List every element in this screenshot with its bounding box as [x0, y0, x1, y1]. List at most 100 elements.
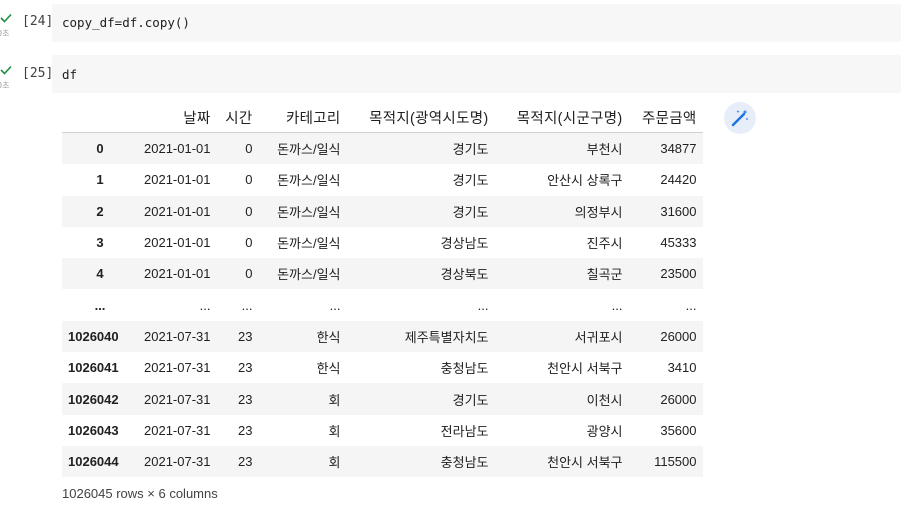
row-index: 1026040: [68, 328, 119, 344]
table-row: 1 2021-01-01 0 돈까스/일식 경기도 안산시 상록구 24420: [62, 164, 703, 195]
table-cell: 23: [238, 422, 253, 438]
table-row: 0 2021-01-01 0 돈까스/일식 경기도 부천시 34877: [62, 132, 703, 165]
table-cell: 2021-07-31: [144, 454, 211, 470]
table-cell: ...: [685, 297, 697, 313]
execution-count: [25]: [22, 66, 54, 81]
table-cell: 2021-07-31: [144, 391, 211, 407]
table-cell: 이천시: [586, 392, 623, 408]
dataframe-table: 날짜 시간 카테고리 목적지(광역시도명) 목적지(시군구명) 주문금액 0 20…: [62, 102, 703, 478]
table-cell: 돈까스/일식: [277, 142, 341, 158]
column-header: 날짜: [138, 102, 217, 133]
row-index: ...: [94, 297, 106, 313]
table-cell: 경기도: [452, 173, 489, 189]
table-cell: 2021-01-01: [144, 141, 211, 157]
table-cell: 45333: [660, 235, 697, 251]
column-header: 주문금액: [628, 102, 703, 133]
code-cell-25[interactable]: 0초 [25] df: [0, 55, 907, 93]
table-cell: 한식: [316, 361, 341, 377]
row-index: 1026043: [68, 422, 119, 438]
table-cell: 천안시 서북구: [547, 361, 623, 377]
table-cell: 23: [238, 360, 253, 376]
table-cell: 34877: [660, 141, 697, 157]
table-cell: 2021-07-31: [144, 328, 211, 344]
code-editor[interactable]: copy_df=df.copy(): [52, 4, 901, 42]
table-cell: 경기도: [452, 392, 489, 408]
table-row: 1026042 2021-07-31 23 회 경기도 이천시 26000: [62, 383, 703, 415]
code-editor[interactable]: df: [52, 55, 901, 93]
table-cell: 한식: [316, 329, 341, 345]
table-cell: ...: [477, 297, 489, 313]
row-index: 2: [96, 203, 104, 219]
execution-time: 0초: [0, 29, 10, 38]
execution-time: 0초: [0, 81, 10, 90]
code-text[interactable]: df: [62, 67, 77, 82]
table-cell: 0: [245, 266, 253, 282]
execution-count: [24]: [22, 14, 54, 29]
table-cell: 23: [238, 391, 253, 407]
row-index: 1026044: [68, 454, 119, 470]
table-row: 1026044 2021-07-31 23 회 충청남도 천안시 서북구 115500: [62, 445, 703, 478]
table-row: 1026040 2021-07-31 23 한식 제주특별자치도 서귀포시 26000: [62, 320, 703, 353]
table-row: 1026043 2021-07-31 23 회 전라남도 광양시 35600: [62, 415, 703, 446]
table-cell: 회: [328, 455, 341, 471]
table-cell: 0: [245, 203, 253, 219]
table-cell: ...: [329, 297, 341, 313]
table-cell: 돈까스/일식: [277, 173, 341, 189]
table-cell: 2021-01-01: [144, 266, 211, 282]
table-cell: 경기도: [452, 142, 489, 158]
table-cell: 2021-01-01: [144, 203, 211, 219]
table-cell: 35600: [660, 422, 697, 438]
table-cell: 충청남도: [440, 455, 489, 471]
table-cell: 23: [238, 454, 253, 470]
table-row: 1026041 2021-07-31 23 한식 충청남도 천안시 서북구 3410: [62, 352, 703, 383]
dataframe-shape-footer: 1026045 rows × 6 columns: [62, 486, 218, 501]
table-row: 2 2021-01-01 0 돈까스/일식 경기도 의정부시 31600: [62, 195, 703, 227]
table-cell: 진주시: [586, 236, 623, 252]
table-cell: 2021-01-01: [144, 235, 211, 251]
table-cell: 부천시: [586, 142, 623, 158]
column-header: 목적지(광역시도명): [346, 102, 495, 133]
table-cell: ...: [611, 297, 623, 313]
table-cell: 서귀포시: [574, 329, 623, 345]
row-index: 1026041: [68, 360, 119, 376]
table-cell: 회: [328, 392, 341, 408]
table-cell: 2021-07-31: [144, 422, 211, 438]
table-cell: 충청남도: [440, 361, 489, 377]
table-cell: 의정부시: [574, 204, 623, 220]
table-cell: 돈까스/일식: [277, 204, 341, 220]
table-cell: 돈까스/일식: [277, 236, 341, 252]
row-index: 1: [96, 172, 104, 188]
table-cell: 회: [328, 423, 341, 439]
table-cell: 돈까스/일식: [277, 267, 341, 283]
row-index: 3: [96, 235, 104, 251]
column-header: 시간: [216, 102, 259, 133]
table-cell: 제주특별자치도: [404, 329, 489, 345]
table-cell: 광양시: [586, 423, 623, 439]
table-cell: 23: [238, 328, 253, 344]
table-cell: 26000: [660, 391, 697, 407]
column-header: 목적지(시군구명): [494, 102, 629, 133]
table-cell: 경상남도: [440, 236, 489, 252]
table-row: 4 2021-01-01 0 돈까스/일식 경상북도 칠곡군 23500: [62, 258, 703, 290]
table-cell: ...: [199, 297, 211, 313]
row-index: 4: [96, 266, 104, 282]
table-cell: ...: [241, 297, 253, 313]
table-cell: 23500: [660, 266, 697, 282]
table-cell: 0: [245, 172, 253, 188]
magic-wand-icon[interactable]: [724, 102, 756, 134]
table-cell: 전라남도: [440, 423, 489, 439]
table-cell: 26000: [660, 328, 697, 344]
table-cell: 2021-01-01: [144, 172, 211, 188]
table-header: 날짜 시간 카테고리 목적지(광역시도명) 목적지(시군구명) 주문금액: [62, 102, 703, 133]
table-cell: 31600: [660, 203, 697, 219]
table-cell: 0: [245, 141, 253, 157]
table-cell: 칠곡군: [586, 267, 623, 283]
column-header-index: [62, 102, 138, 133]
table-row: .....................: [62, 289, 703, 320]
row-index: 0: [96, 141, 104, 157]
column-header: 카테고리: [258, 102, 347, 133]
row-index: 1026042: [68, 391, 119, 407]
code-cell-24[interactable]: 0초 [24] copy_df=df.copy(): [0, 4, 907, 42]
table-row: 3 2021-01-01 0 돈까스/일식 경상남도 진주시 45333: [62, 227, 703, 258]
code-text[interactable]: copy_df=df.copy(): [62, 15, 190, 30]
